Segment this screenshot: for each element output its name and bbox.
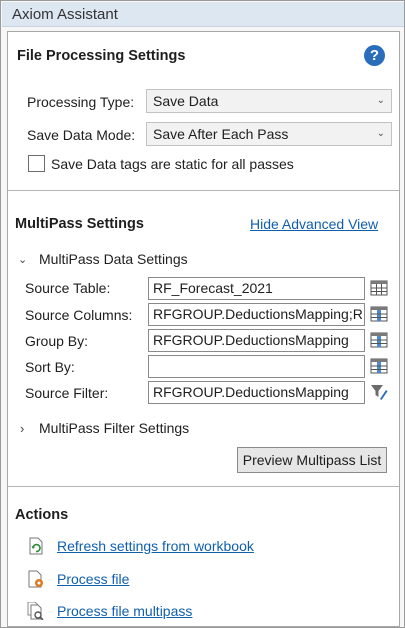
source-columns-input[interactable]: RFGROUP.DeductionsMapping;RF: [148, 303, 365, 326]
source-table-input[interactable]: RF_Forecast_2021: [148, 277, 365, 300]
multipass-filter-settings-label[interactable]: MultiPass Filter Settings: [39, 420, 189, 436]
process-file-icon: [28, 570, 43, 588]
columns-icon[interactable]: [370, 331, 388, 349]
process-file-multipass-link[interactable]: Process file multipass: [57, 603, 192, 619]
save-mode-label: Save Data Mode:: [27, 127, 136, 143]
source-filter-value: RFGROUP.DeductionsMapping NOT: [153, 384, 349, 400]
source-filter-input[interactable]: RFGROUP.DeductionsMapping NOT: [148, 381, 365, 404]
save-mode-dropdown[interactable]: Save After Each Pass ⌄: [146, 122, 392, 146]
processing-type-label: Processing Type:: [27, 94, 135, 110]
group-by-label: Group By:: [25, 333, 89, 349]
multipass-heading: MultiPass Settings: [15, 216, 144, 232]
sort-by-input[interactable]: [148, 355, 365, 378]
columns-icon[interactable]: [370, 305, 388, 323]
source-columns-label: Source Columns:: [25, 307, 133, 323]
process-file-link[interactable]: Process file: [57, 571, 129, 587]
chevron-down-icon: ⌄: [376, 128, 385, 139]
static-tags-label: Save Data tags are static for all passes: [51, 156, 294, 172]
source-table-label: Source Table:: [25, 280, 111, 296]
save-mode-value: Save After Each Pass: [153, 126, 289, 142]
source-columns-value: RFGROUP.DeductionsMapping;RF: [153, 306, 365, 322]
filter-edit-icon[interactable]: [370, 383, 388, 401]
chevron-right-icon[interactable]: ›: [20, 421, 24, 436]
chevron-down-icon[interactable]: ⌄: [18, 253, 27, 266]
settings-panel: File Processing Settings ? Processing Ty…: [7, 31, 400, 627]
help-icon[interactable]: ?: [364, 45, 385, 66]
assistant-window: Axiom Assistant File Processing Settings…: [0, 0, 405, 628]
multipass-data-settings-label[interactable]: MultiPass Data Settings: [39, 251, 188, 267]
processing-type-value: Save Data: [153, 93, 219, 109]
columns-icon[interactable]: [370, 357, 388, 375]
section-divider: [8, 190, 399, 191]
table-icon[interactable]: [370, 279, 388, 297]
preview-multipass-button[interactable]: Preview Multipass List: [237, 447, 387, 473]
window-title: Axiom Assistant: [12, 6, 118, 23]
title-bar: Axiom Assistant: [2, 2, 404, 27]
process-multipass-icon: [27, 602, 44, 620]
group-by-value: RFGROUP.DeductionsMapping: [153, 332, 349, 348]
hide-advanced-view-link[interactable]: Hide Advanced View: [250, 216, 378, 232]
processing-type-dropdown[interactable]: Save Data ⌄: [146, 89, 392, 113]
group-by-input[interactable]: RFGROUP.DeductionsMapping: [148, 329, 365, 352]
file-processing-heading: File Processing Settings: [17, 48, 186, 64]
sort-by-label: Sort By:: [25, 359, 75, 375]
static-tags-checkbox[interactable]: [28, 155, 45, 172]
actions-heading: Actions: [15, 507, 69, 523]
section-divider: [8, 486, 399, 487]
refresh-settings-link[interactable]: Refresh settings from workbook: [57, 538, 254, 554]
chevron-down-icon: ⌄: [376, 95, 385, 106]
refresh-icon: [29, 537, 43, 555]
source-filter-label: Source Filter:: [25, 385, 109, 401]
source-table-value: RF_Forecast_2021: [153, 280, 273, 296]
